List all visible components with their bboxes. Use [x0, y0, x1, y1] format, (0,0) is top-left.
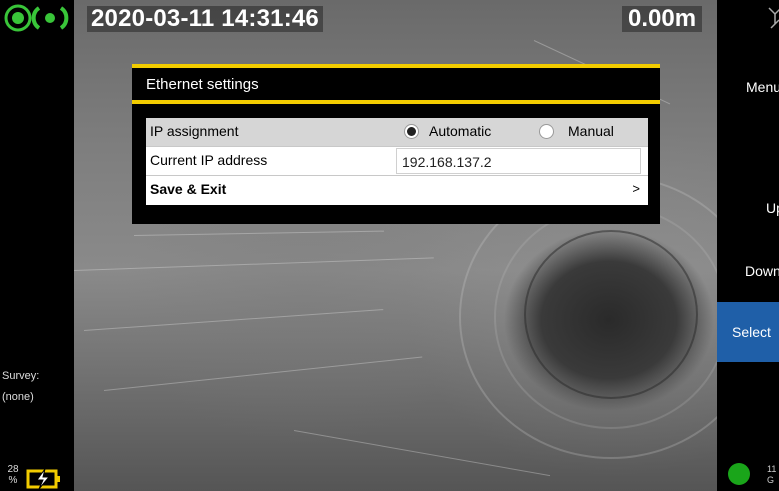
menu-softkey[interactable]: Menu	[717, 57, 779, 117]
dialog-title: Ethernet settings	[146, 76, 259, 93]
pipe-texture	[293, 430, 551, 477]
pipe-texture	[133, 230, 384, 236]
survey-value: (none)	[2, 391, 34, 403]
select-softkey-label: Select	[732, 324, 771, 340]
select-softkey[interactable]: Select	[717, 302, 779, 362]
antenna-icon	[768, 7, 779, 29]
settings-list: IP assignment Automatic Manual Current I…	[146, 118, 648, 205]
save-exit-label: Save & Exit	[150, 181, 227, 197]
pipe-joint-ring-dark	[524, 230, 698, 399]
battery-charging-icon	[26, 468, 60, 489]
automatic-radio[interactable]	[404, 124, 419, 139]
status-indicator-dot	[728, 463, 750, 485]
pipe-texture	[83, 309, 384, 331]
ip-address-field[interactable]: 192.168.137.2	[396, 148, 641, 174]
distance-counter: 0.00m	[622, 6, 703, 32]
status-text: 11 G	[767, 464, 777, 485]
current-ip-label: Current IP address	[150, 152, 268, 168]
down-softkey-label: Down	[745, 263, 779, 279]
pipe-texture	[103, 356, 423, 391]
pipe-texture	[74, 257, 434, 271]
manual-radio[interactable]	[539, 124, 554, 139]
down-softkey[interactable]: Down	[717, 241, 779, 301]
battery-percent: 28 %	[7, 464, 19, 486]
left-status-panel: Survey: (none) 28 %	[0, 0, 74, 491]
radiating-signal-logo-icon	[4, 4, 69, 32]
manual-radio-label[interactable]: Manual	[568, 123, 614, 139]
ethernet-settings-dialog: Ethernet settings IP assignment Automati…	[132, 64, 660, 224]
up-softkey-label: Up	[766, 200, 779, 216]
save-exit-row[interactable]: Save & Exit >	[146, 176, 648, 205]
softkey-panel: Menu Up Down Select 11 G	[717, 0, 779, 491]
dialog-accent-bar	[132, 64, 660, 68]
ip-assignment-label: IP assignment	[150, 123, 239, 139]
up-softkey[interactable]: Up	[717, 178, 779, 238]
datetime-overlay: 2020-03-11 14:31:46	[87, 6, 323, 32]
survey-label: Survey:	[2, 370, 40, 382]
ip-assignment-row[interactable]: IP assignment Automatic Manual	[146, 118, 648, 147]
current-ip-row[interactable]: Current IP address 192.168.137.2	[146, 147, 648, 176]
ip-address-value: 192.168.137.2	[402, 154, 492, 170]
automatic-radio-label[interactable]: Automatic	[429, 123, 491, 139]
dialog-accent-bar	[132, 100, 660, 104]
menu-softkey-label: Menu	[746, 79, 779, 95]
chevron-right-icon: >	[632, 181, 640, 196]
